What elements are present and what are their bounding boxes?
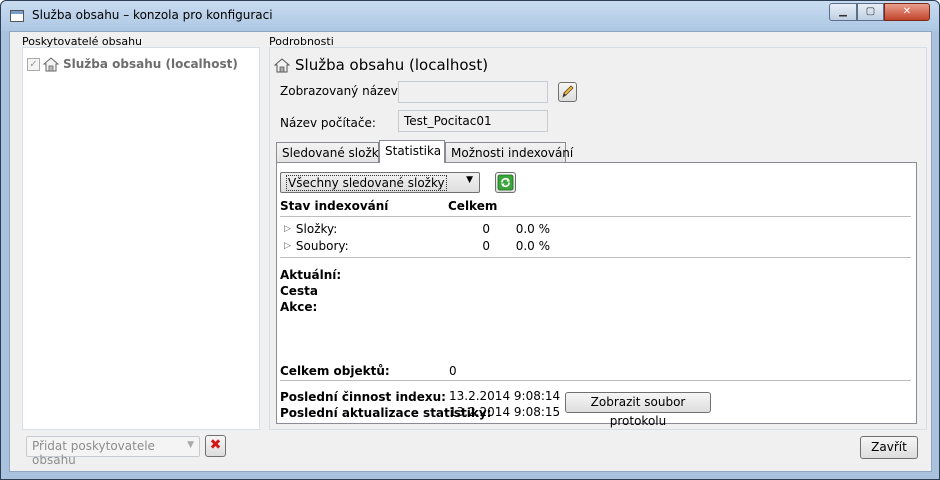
title-bar[interactable]: Služba obsahu – konzola pro konfiguraci … [1,1,939,31]
house-icon [273,57,291,73]
tab-statistics[interactable]: Statistika [379,140,445,163]
stats-row-files[interactable]: ▷ Soubory: [284,239,349,253]
display-name-field[interactable] [398,81,548,103]
folders-count: 0 [482,222,490,236]
chevron-down-icon: ▼ [187,440,194,450]
tab-watched-folders[interactable]: Sledované složky [276,142,385,163]
main-window: Služba obsahu – konzola pro konfiguraci … [0,0,940,480]
current-label: Aktuální: [280,268,342,282]
show-log-file-button[interactable]: Zobrazit soubor protokolu [565,392,711,428]
computer-name-field: Test_Pocitac01 [398,110,548,132]
close-window-button[interactable]: ✕ [884,3,930,21]
close-button[interactable]: Zavřít [860,436,918,459]
folder-filter-value: Všechny sledované složky [286,175,447,191]
provider-label: Služba obsahu (localhost) [63,57,238,71]
add-provider-placeholder: Přidat poskytovatele obsahu [32,439,155,467]
folder-filter-select[interactable]: Všechny sledované složky ▼ [280,172,480,193]
divider [280,257,911,259]
details-title: Služba obsahu (localhost) [273,56,489,74]
divider [280,216,911,218]
stats-row-label: Soubory: [295,239,349,253]
column-header-state: Stav indexování [280,199,389,213]
tab-indexing-options[interactable]: Možnosti indexování [445,142,573,163]
edit-display-name-button[interactable] [558,82,577,102]
expand-arrow-icon[interactable]: ▷ [284,241,291,251]
column-header-total: Celkem [448,199,498,213]
tree-item-provider[interactable]: ✓ Služba obsahu (localhost) [27,56,238,72]
providers-tree[interactable]: ✓ Služba obsahu (localhost) [22,47,260,430]
path-label: Cesta [280,284,318,298]
divider [280,380,911,382]
pencil-icon [562,85,574,98]
expand-arrow-icon[interactable]: ▷ [284,224,291,234]
last-stats-update-value: 13.2.2014 9:08:15 [449,405,561,419]
delete-provider-button[interactable]: ✖ [205,435,226,457]
folders-percent: 0.0 % [515,222,550,236]
last-index-activity-label: Poslední činnost indexu: [280,390,446,404]
provider-checkbox[interactable]: ✓ [27,57,40,71]
total-objects-value: 0 [449,364,457,378]
refresh-icon [497,174,514,191]
details-title-text: Služba obsahu (localhost) [295,56,489,74]
maximize-button[interactable]: ▢ [857,3,884,21]
minimize-button[interactable]: ▁ [829,3,857,21]
house-icon [42,56,60,72]
stats-row-label: Složky: [295,222,338,236]
display-name-label: Zobrazovaný název: [280,84,402,98]
chevron-down-icon: ▼ [466,175,473,185]
last-index-activity-value: 13.2.2014 9:08:14 [449,389,561,403]
add-provider-select[interactable]: Přidat poskytovatele obsahu ▼ [26,436,200,467]
total-objects-label: Celkem objektů: [280,364,390,378]
action-label: Akce: [280,300,318,314]
app-window-icon [10,10,24,22]
computer-name-label: Název počítače: [280,116,376,130]
stats-row-folders[interactable]: ▷ Složky: [284,222,337,236]
files-count: 0 [482,239,490,253]
files-percent: 0.0 % [515,239,550,253]
refresh-button[interactable] [495,172,516,193]
window-title: Služba obsahu – konzola pro konfiguraci [32,8,273,22]
window-client-area: Poskytovatelé obsahu ✓ Služba obsahu (lo… [9,31,932,472]
